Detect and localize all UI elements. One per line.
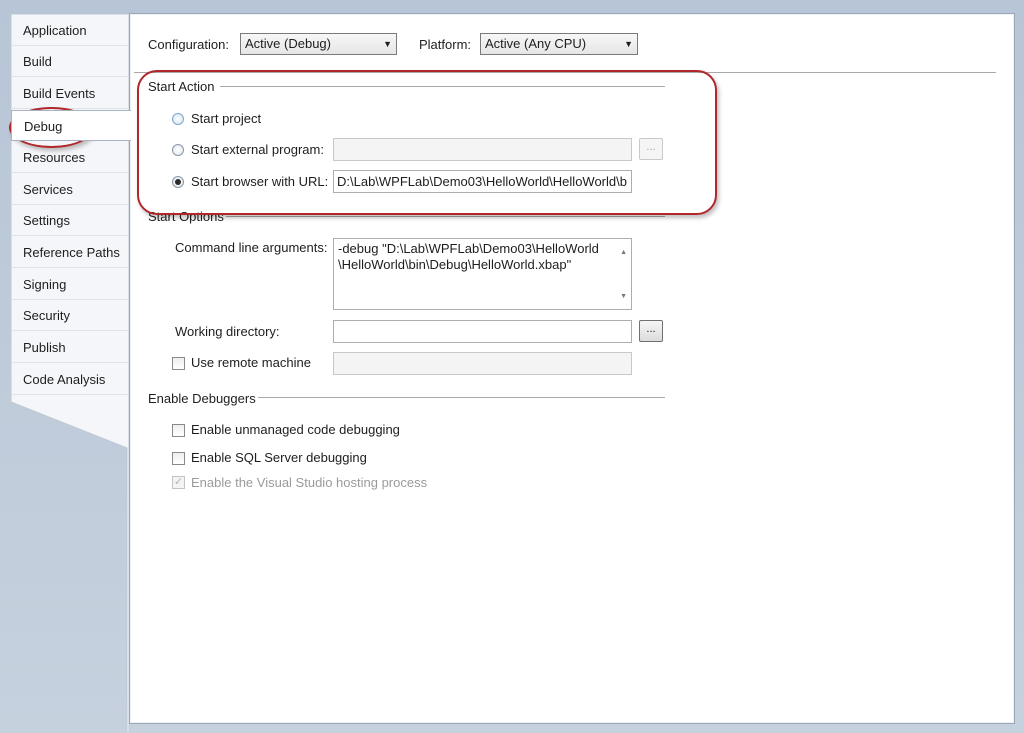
configuration-label: Configuration: [148, 37, 229, 52]
start-project-label: Start project [191, 111, 262, 126]
configuration-dropdown[interactable]: Active (Debug) ▼ [240, 33, 397, 55]
command-line-label: Command line arguments: [175, 240, 328, 255]
tab-reference-paths[interactable]: Reference Paths [11, 237, 129, 268]
tab-security[interactable]: Security [11, 300, 129, 331]
scroll-up-icon[interactable]: ▲ [620, 245, 627, 261]
enable-debuggers-heading: Enable Debuggers [148, 391, 256, 406]
start-action-divider [220, 86, 665, 87]
tab-resources[interactable]: Resources [11, 142, 129, 173]
use-remote-label: Use remote machine [191, 355, 311, 370]
chevron-down-icon: ▼ [383, 39, 392, 49]
start-external-radio[interactable] [172, 144, 184, 156]
external-program-browse-button[interactable]: ... [639, 138, 663, 160]
tab-services[interactable]: Services [11, 174, 129, 205]
working-directory-label: Working directory: [175, 324, 280, 339]
start-options-divider [226, 216, 665, 217]
command-line-text-line: \HelloWorld\bin\Debug\HelloWorld.xbap" [338, 257, 572, 272]
start-external-label: Start external program: [191, 142, 324, 157]
working-directory-field[interactable] [333, 320, 632, 343]
platform-dropdown[interactable]: Active (Any CPU) ▼ [480, 33, 638, 55]
project-properties-tabs: Application Build Build Events Debug Res… [11, 14, 131, 733]
working-directory-browse-button[interactable]: ... [639, 320, 663, 342]
hosting-process-checkbox[interactable]: ✓ [172, 476, 185, 489]
configuration-value: Active (Debug) [245, 36, 331, 51]
start-options-heading: Start Options [148, 209, 224, 224]
tab-settings[interactable]: Settings [11, 205, 129, 236]
tab-code-analysis[interactable]: Code Analysis [11, 364, 129, 395]
remote-machine-field[interactable] [333, 352, 632, 375]
scroll-down-icon[interactable]: ▼ [620, 289, 627, 305]
chevron-down-icon: ▼ [624, 39, 633, 49]
command-line-text-line: -debug "D:\Lab\WPFLab\Demo03\HelloWorld [338, 241, 599, 256]
checkmark-icon: ✓ [173, 476, 184, 488]
sql-debugging-label: Enable SQL Server debugging [191, 450, 367, 465]
start-browser-label: Start browser with URL: [191, 174, 329, 189]
tab-signing[interactable]: Signing [11, 269, 129, 300]
command-line-arguments-field[interactable]: -debug "D:\Lab\WPFLab\Demo03\HelloWorld … [333, 238, 632, 310]
unmanaged-debugging-checkbox[interactable] [172, 424, 185, 437]
platform-label: Platform: [419, 37, 472, 52]
start-browser-radio[interactable] [172, 176, 184, 188]
tab-build[interactable]: Build [11, 46, 129, 77]
tab-application[interactable]: Application [11, 15, 129, 46]
external-program-field[interactable] [333, 138, 632, 161]
start-project-radio[interactable] [172, 113, 184, 125]
tab-build-events[interactable]: Build Events [11, 78, 129, 109]
tab-debug[interactable]: Debug [11, 110, 131, 141]
use-remote-checkbox[interactable] [172, 357, 185, 370]
debug-properties-panel: Configuration: Active (Debug) ▼ Platform… [129, 13, 1015, 724]
sql-debugging-checkbox[interactable] [172, 452, 185, 465]
browser-url-field[interactable]: D:\Lab\WPFLab\Demo03\HelloWorld\HelloWor… [333, 170, 632, 193]
hosting-process-label: Enable the Visual Studio hosting process [191, 475, 428, 490]
tab-publish[interactable]: Publish [11, 332, 129, 363]
start-action-heading: Start Action [148, 79, 215, 94]
unmanaged-debugging-label: Enable unmanaged code debugging [191, 422, 400, 437]
header-divider [134, 72, 996, 73]
platform-value: Active (Any CPU) [485, 36, 587, 51]
enable-debuggers-divider [258, 397, 665, 398]
